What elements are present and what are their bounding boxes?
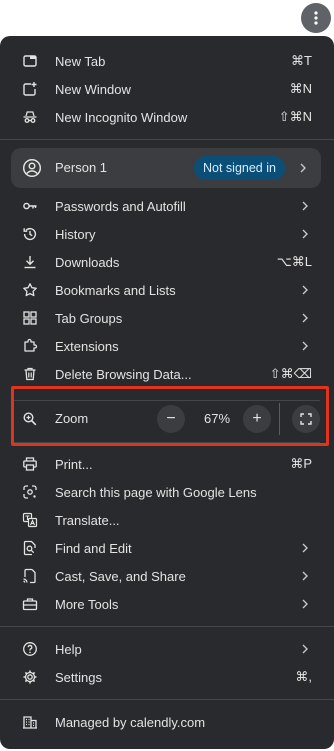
menu-separator [14, 442, 320, 443]
menu-separator [14, 400, 320, 401]
menu-item-shortcut: ⌘T [291, 53, 312, 68]
menu-item-label: New Tab [55, 53, 106, 69]
customize-menu-button[interactable] [301, 3, 331, 33]
chevron-right-icon [300, 644, 310, 654]
menu-item-label: History [55, 226, 96, 242]
account-circle-icon [22, 158, 42, 178]
zoom-icon [22, 411, 38, 427]
incognito-icon [22, 109, 38, 125]
zoom-in-button[interactable]: + [243, 405, 271, 433]
zoom-label: Zoom [55, 411, 89, 426]
menu-item-label: Settings [55, 669, 102, 685]
help-icon [22, 641, 38, 657]
menu-item-label: New Incognito Window [55, 109, 188, 125]
menu-item-bookmarks-lists[interactable]: Bookmarks and Lists [0, 276, 334, 304]
find-icon [22, 540, 38, 556]
chevron-right-icon [300, 341, 310, 351]
star-icon [22, 282, 38, 298]
chevron-right-icon [298, 163, 308, 173]
menu-item-new-tab[interactable]: New Tab ⌘T [0, 47, 334, 75]
cast-icon [22, 568, 38, 584]
new-window-icon [22, 81, 38, 97]
menu-separator [0, 699, 334, 700]
menu-item-shortcut: ⌘, [295, 669, 312, 684]
managed-building-icon [22, 714, 38, 730]
menu-item-new-window[interactable]: New Window ⌘N [0, 75, 334, 103]
chevron-right-icon [300, 229, 310, 239]
toolbox-icon [22, 596, 38, 612]
menu-item-label: Tab Groups [55, 310, 123, 326]
extension-icon [22, 338, 38, 354]
menu-item-cast-save-share[interactable]: Cast, Save, and Share [0, 562, 334, 590]
menu-item-history[interactable]: History [0, 220, 334, 248]
menu-item-translate[interactable]: Translate... [0, 506, 334, 534]
history-icon [22, 226, 38, 242]
menu-item-delete-browsing-data[interactable]: Delete Browsing Data... ⇧⌘⌫ [0, 360, 334, 388]
managed-by-label: Managed by calendly.com [55, 714, 206, 730]
menu-item-extensions[interactable]: Extensions [0, 332, 334, 360]
zoom-divider [279, 403, 280, 435]
download-icon [22, 254, 38, 270]
profile-name: Person 1 [55, 160, 108, 175]
menu-item-label: Search this page with Google Lens [55, 484, 257, 500]
menu-item-label: Passwords and Autofill [55, 198, 186, 214]
menu-item-label: Downloads [55, 254, 120, 270]
menu-item-label: Find and Edit [55, 540, 132, 556]
menu-item-label: Print... [55, 456, 93, 472]
menu-item-tab-groups[interactable]: Tab Groups [0, 304, 334, 332]
lens-icon [22, 484, 38, 500]
menu-item-label: New Window [55, 81, 131, 97]
chevron-right-icon [300, 201, 310, 211]
menu-item-label: Help [55, 641, 82, 657]
menu-separator [0, 139, 334, 140]
menu-item-shortcut: ⌘N [289, 81, 312, 96]
vertical-dots-icon [314, 11, 318, 25]
fullscreen-icon [300, 413, 312, 425]
chevron-right-icon [300, 543, 310, 553]
menu-item-shortcut: ⌘P [290, 456, 312, 471]
menu-item-label: More Tools [55, 596, 119, 612]
chevron-right-icon [300, 313, 310, 323]
managed-by-row[interactable]: Managed by calendly.com [0, 708, 334, 736]
zoom-row: Zoom − 67% + [0, 403, 334, 435]
sign-in-status-badge: Not signed in [194, 156, 285, 180]
menu-item-label: Extensions [55, 338, 119, 354]
menu-separator [0, 626, 334, 627]
menu-item-settings[interactable]: Settings ⌘, [0, 663, 334, 691]
settings-icon [22, 669, 38, 685]
tab-groups-icon [22, 310, 38, 326]
menu-item-shortcut: ⇧⌘⌫ [269, 366, 312, 381]
trash-icon [22, 366, 38, 382]
plus-icon: + [252, 410, 262, 427]
chevron-right-icon [300, 285, 310, 295]
new-tab-icon [22, 53, 38, 69]
menu-item-help[interactable]: Help [0, 635, 334, 663]
zoom-out-button[interactable]: − [157, 405, 185, 433]
menu-item-downloads[interactable]: Downloads ⌥⌘L [0, 248, 334, 276]
fullscreen-button[interactable] [292, 405, 320, 433]
zoom-level-value: 67% [203, 411, 231, 426]
chevron-right-icon [300, 599, 310, 609]
menu-item-label: Delete Browsing Data... [55, 366, 192, 382]
menu-item-google-lens[interactable]: Search this page with Google Lens [0, 478, 334, 506]
toolbar-strip [0, 0, 334, 38]
menu-item-find-and-edit[interactable]: Find and Edit [0, 534, 334, 562]
menu-item-shortcut: ⌥⌘L [276, 254, 312, 269]
menu-item-label: Translate... [55, 512, 120, 528]
chrome-app-menu: New Tab ⌘T New Window ⌘N New Incognito W… [0, 36, 334, 749]
profile-row[interactable]: Person 1 Not signed in [11, 148, 321, 188]
print-icon [22, 456, 38, 472]
menu-item-shortcut: ⇧⌘N [278, 109, 312, 124]
translate-icon [22, 512, 38, 528]
key-icon [22, 198, 38, 214]
menu-item-label: Bookmarks and Lists [55, 282, 176, 298]
menu-item-more-tools[interactable]: More Tools [0, 590, 334, 618]
menu-item-new-incognito-window[interactable]: New Incognito Window ⇧⌘N [0, 103, 334, 131]
chevron-right-icon [300, 571, 310, 581]
menu-item-print[interactable]: Print... ⌘P [0, 450, 334, 478]
menu-item-passwords-autofill[interactable]: Passwords and Autofill [0, 192, 334, 220]
minus-icon: − [166, 410, 176, 427]
menu-item-label: Cast, Save, and Share [55, 568, 186, 584]
